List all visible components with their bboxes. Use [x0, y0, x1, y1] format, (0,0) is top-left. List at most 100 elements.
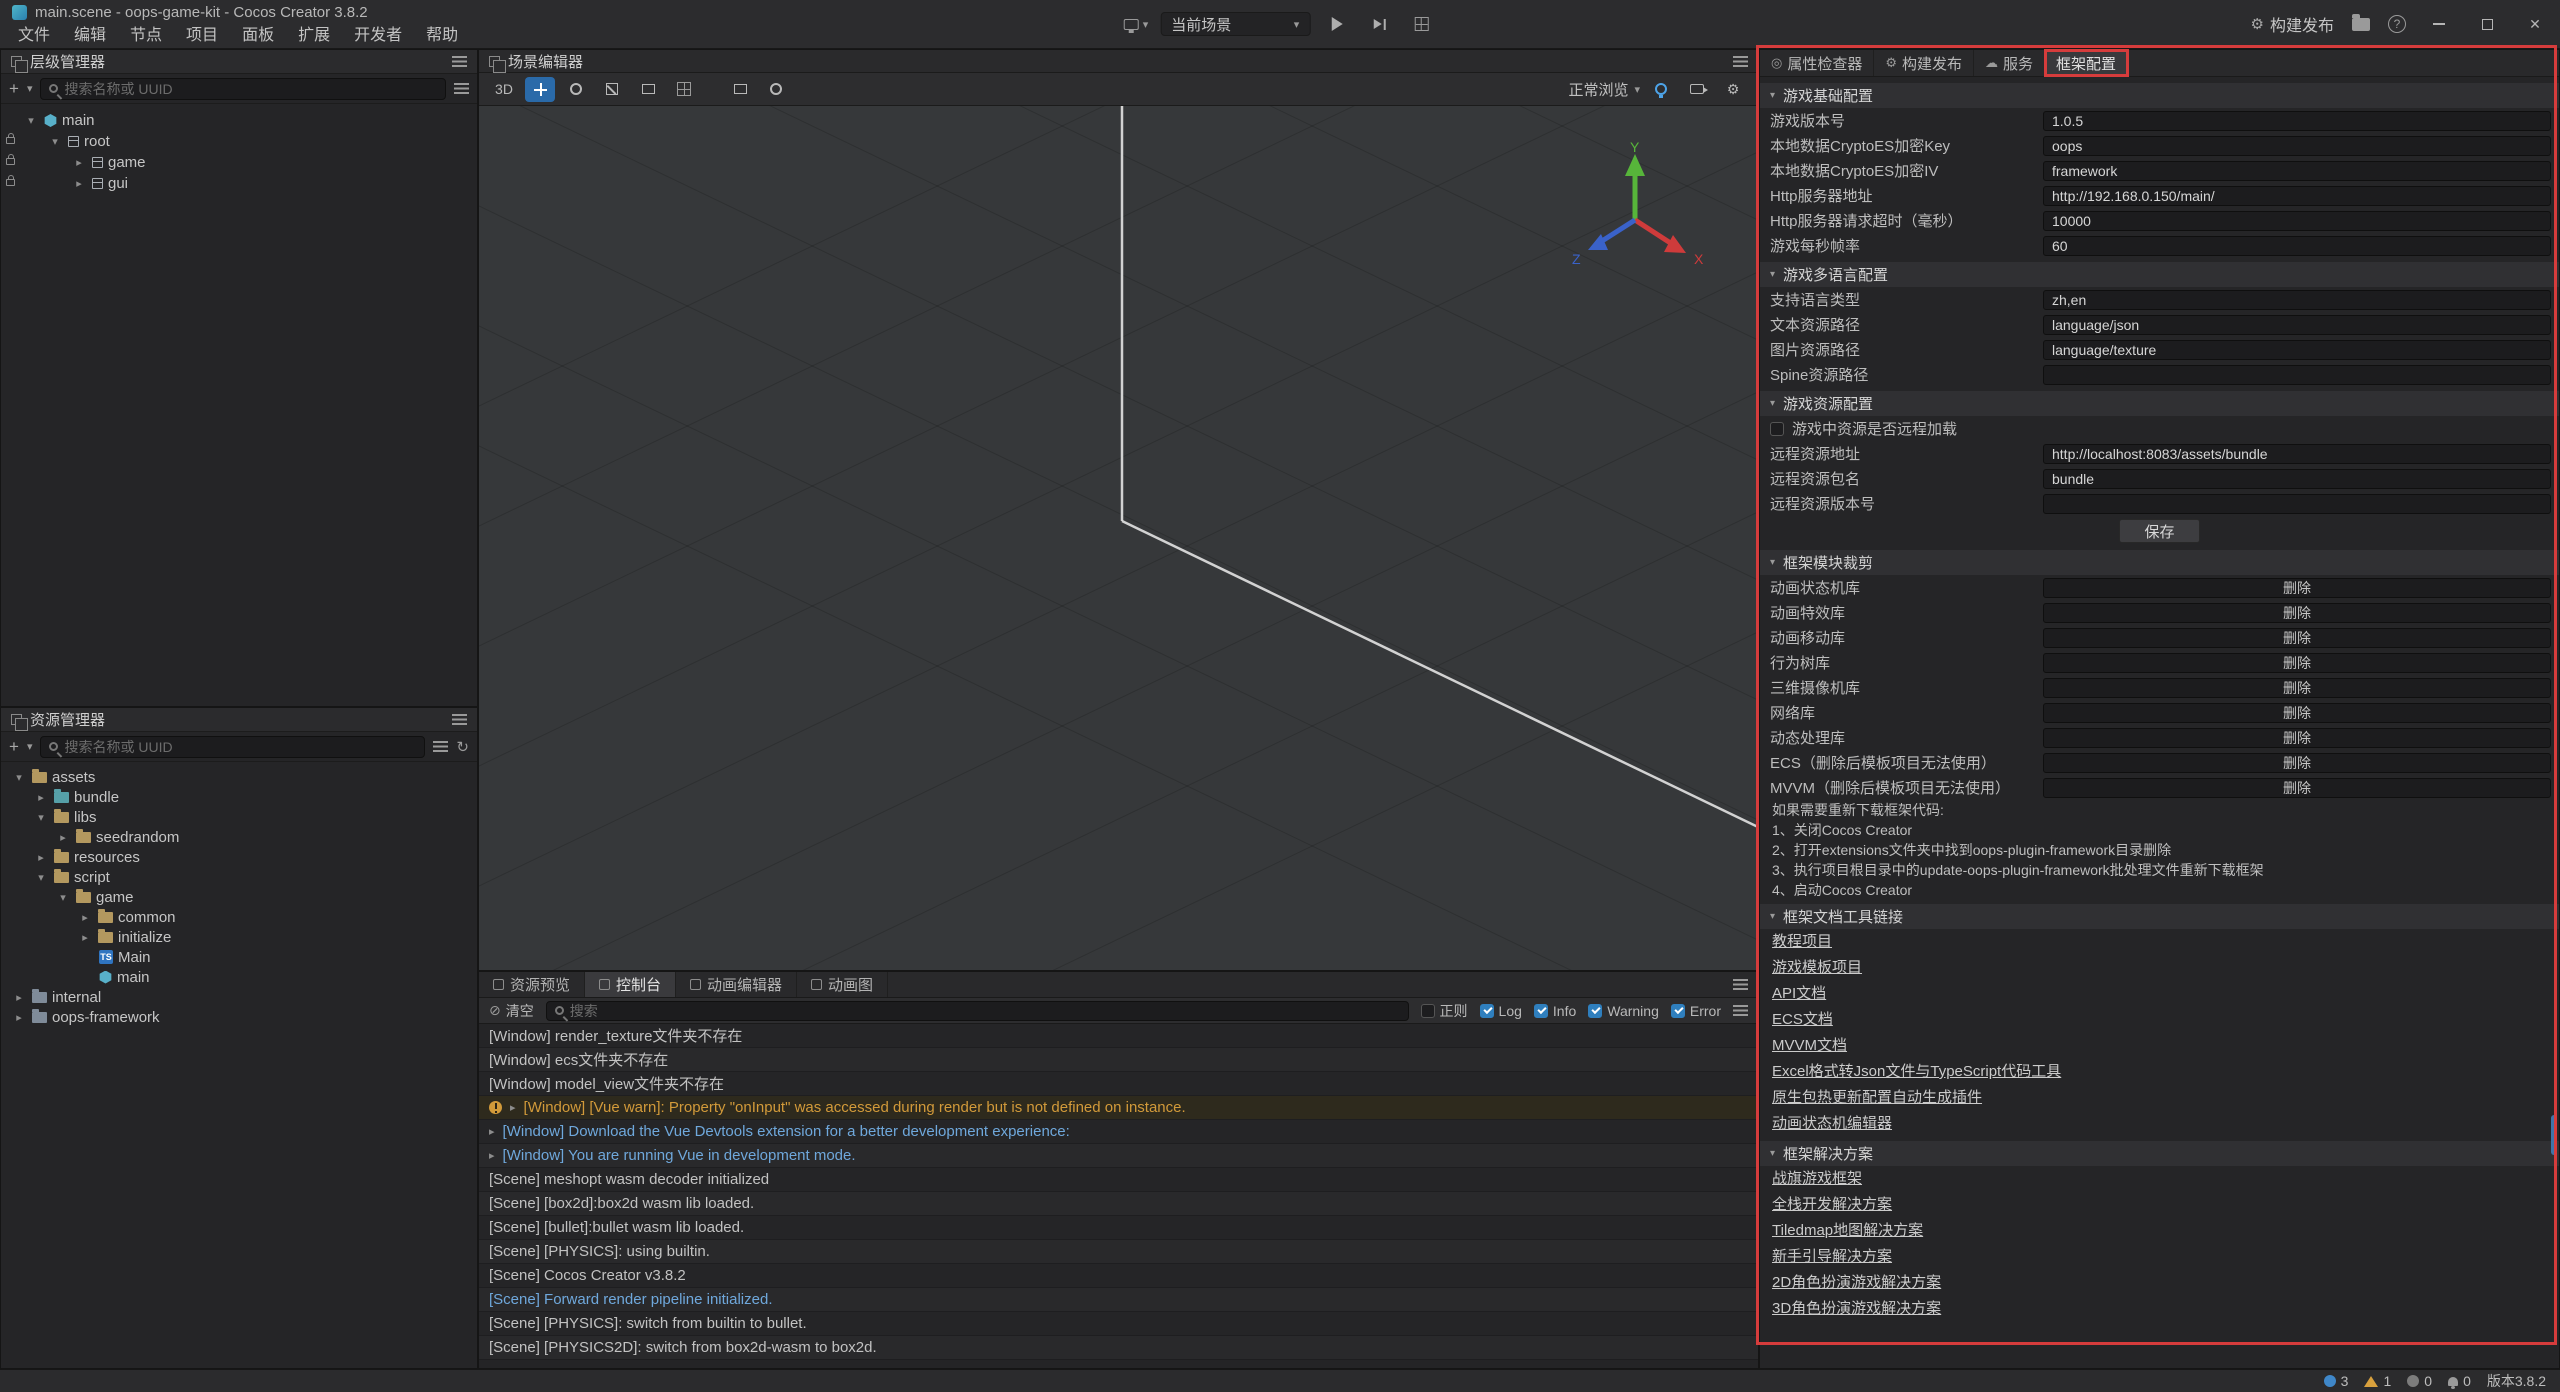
scene-settings-button[interactable]: ⚙ — [1718, 77, 1748, 102]
doc-link-excel-tool[interactable]: Excel格式转Json文件与TypeScript代码工具 — [1772, 1059, 2061, 1085]
menu-node[interactable]: 节点 — [118, 18, 174, 48]
log-row-warning[interactable]: ▸ [Window] [Vue warn]: Property "onInput… — [479, 1096, 1758, 1120]
log-row[interactable]: [Scene] [box2d]:box2d wasm lib loaded. — [479, 1192, 1758, 1216]
device-select[interactable]: ▾ — [1124, 18, 1149, 31]
transform-snap-button[interactable] — [669, 77, 699, 102]
coordinate-button[interactable] — [761, 77, 791, 102]
log-row[interactable]: [Scene] [bullet]:bullet wasm lib loaded. — [479, 1216, 1758, 1240]
delete-module-button[interactable]: 删除 — [2043, 728, 2551, 748]
solution-link-guide[interactable]: 新手引导解决方案 — [1772, 1244, 1892, 1270]
axis-gizmo[interactable]: Y X Z — [1560, 142, 1710, 292]
log-row[interactable]: [Scene] meshopt wasm decoder initialized — [479, 1168, 1758, 1192]
filter-error-checkbox[interactable]: Error — [1671, 1003, 1721, 1019]
section-language-config[interactable]: ▾ 游戏多语言配置 — [1760, 262, 2559, 287]
filter-info-checkbox[interactable]: Info — [1534, 1003, 1576, 1019]
rect-tool-button[interactable] — [633, 77, 663, 102]
notification-count[interactable]: 0 — [2448, 1373, 2471, 1389]
solution-link-tactics[interactable]: 战旗游戏框架 — [1772, 1166, 1862, 1192]
languages-input[interactable] — [2043, 290, 2551, 310]
log-row[interactable]: [Scene] [PHYSICS]: switch from builtin t… — [479, 1312, 1758, 1336]
maximize-button[interactable] — [2472, 10, 2502, 38]
log-row-info[interactable]: ▸ [Window] You are running Vue in develo… — [479, 1144, 1758, 1168]
delete-module-button[interactable]: 删除 — [2043, 753, 2551, 773]
hierarchy-search-input[interactable] — [64, 81, 437, 97]
log-row[interactable]: [Scene] [PHYSICS]: using builtin. — [479, 1240, 1758, 1264]
lock-icon[interactable] — [6, 158, 15, 165]
expand-arrow-icon[interactable]: ▾ — [23, 114, 39, 127]
menu-panel[interactable]: 面板 — [230, 18, 286, 48]
menu-edit[interactable]: 编辑 — [62, 18, 118, 48]
tab-animation-editor[interactable]: 动画编辑器 — [676, 972, 797, 997]
delete-module-button[interactable]: 删除 — [2043, 628, 2551, 648]
menu-help[interactable]: 帮助 — [414, 18, 470, 48]
add-asset-caret-icon[interactable]: ▾ — [27, 740, 33, 753]
layout-button[interactable] — [1406, 12, 1436, 36]
asset-node-common[interactable]: ▸ common — [1, 907, 477, 927]
asset-node-internal[interactable]: ▸ internal — [1, 987, 477, 1007]
asset-node-bundle[interactable]: ▸ bundle — [1, 787, 477, 807]
open-project-folder-icon[interactable] — [2352, 18, 2370, 31]
delete-module-button[interactable]: 删除 — [2043, 653, 2551, 673]
panel-menu-icon[interactable] — [452, 714, 467, 725]
expand-arrow-icon[interactable]: ▸ — [55, 831, 71, 844]
scene-camera-button[interactable] — [1682, 77, 1712, 102]
log-row[interactable]: [Scene] Cocos Creator v3.8.2 — [479, 1264, 1758, 1288]
help-icon[interactable]: ? — [2388, 15, 2406, 33]
section-solutions[interactable]: ▾ 框架解决方案 — [1760, 1141, 2559, 1166]
remote-bundle-input[interactable] — [2043, 469, 2551, 489]
section-module-trim[interactable]: ▾ 框架模块裁剪 — [1760, 550, 2559, 575]
tab-asset-preview[interactable]: 资源预览 — [479, 972, 585, 997]
expand-arrow-icon[interactable]: ▾ — [55, 891, 71, 904]
panel-menu-icon[interactable] — [1733, 56, 1748, 67]
doc-link-tutorial[interactable]: 教程项目 — [1772, 929, 1832, 955]
expand-arrow-icon[interactable]: ▾ — [47, 135, 63, 148]
tab-animation-graph[interactable]: 动画图 — [797, 972, 888, 997]
expand-arrow-icon[interactable]: ▾ — [33, 871, 49, 884]
add-node-button[interactable]: + — [9, 80, 19, 97]
pivot-button[interactable] — [725, 77, 755, 102]
asset-node-assets[interactable]: ▾ assets — [1, 767, 477, 787]
filter-warning-checkbox[interactable]: Warning — [1588, 1003, 1659, 1019]
expand-arrow-icon[interactable]: ▸ — [510, 1101, 516, 1114]
log-row[interactable]: [Window] render_texture文件夹不存在 — [479, 1024, 1758, 1048]
tab-console[interactable]: 控制台 — [585, 972, 676, 997]
filter-log-checkbox[interactable]: Log — [1480, 1003, 1522, 1019]
texture-path-input[interactable] — [2043, 340, 2551, 360]
asset-node-main-scene[interactable]: main — [1, 967, 477, 987]
error-count[interactable]: 0 — [2407, 1373, 2432, 1389]
solution-link-3drpg[interactable]: 3D角色扮演游戏解决方案 — [1772, 1296, 1941, 1322]
move-tool-button[interactable] — [525, 77, 555, 102]
collapse-logs-icon[interactable] — [1733, 1005, 1748, 1016]
tab-service[interactable]: ☁ 服务 — [1974, 50, 2045, 76]
tree-node-gui[interactable]: ▸ gui — [1, 173, 477, 194]
delete-module-button[interactable]: 删除 — [2043, 578, 2551, 598]
menu-file[interactable]: 文件 — [6, 18, 62, 48]
lock-icon[interactable] — [6, 179, 15, 186]
remote-url-input[interactable] — [2043, 444, 2551, 464]
panel-menu-icon[interactable] — [452, 56, 467, 67]
asset-node-oops-framework[interactable]: ▸ oops-framework — [1, 1007, 477, 1027]
add-node-caret-icon[interactable]: ▾ — [27, 82, 33, 95]
crypto-key-input[interactable] — [2043, 136, 2551, 156]
scene-viewport[interactable]: Y X Z — [479, 106, 1758, 970]
remote-load-checkbox-box[interactable] — [1770, 422, 1784, 436]
game-version-input[interactable] — [2043, 111, 2551, 131]
asset-node-libs[interactable]: ▾ libs — [1, 807, 477, 827]
close-button[interactable]: ✕ — [2520, 10, 2550, 38]
expand-arrow-icon[interactable]: ▸ — [71, 156, 87, 169]
clear-console-button[interactable]: ⊘ 清空 — [489, 1001, 534, 1021]
solution-link-fullstack[interactable]: 全栈开发解决方案 — [1772, 1192, 1892, 1218]
doc-link-api[interactable]: API文档 — [1772, 981, 1826, 1007]
doc-link-anim-editor[interactable]: 动画状态机编辑器 — [1772, 1111, 1892, 1137]
menu-project[interactable]: 项目 — [174, 18, 230, 48]
regex-checkbox[interactable]: 正则 — [1421, 1001, 1468, 1021]
doc-link-hotupdate-plugin[interactable]: 原生包热更新配置自动生成插件 — [1772, 1085, 1982, 1111]
scene-light-toggle[interactable] — [1646, 77, 1676, 102]
tab-framework-config[interactable]: 框架配置 — [2045, 50, 2128, 76]
log-count[interactable]: 3 — [2324, 1373, 2349, 1389]
mode-3d-button[interactable]: 3D — [489, 77, 519, 102]
expand-arrow-icon[interactable]: ▸ — [33, 851, 49, 864]
solution-link-2drpg[interactable]: 2D角色扮演游戏解决方案 — [1772, 1270, 1941, 1296]
delete-module-button[interactable]: 删除 — [2043, 703, 2551, 723]
log-row-info[interactable]: [Scene] Forward render pipeline initiali… — [479, 1288, 1758, 1312]
